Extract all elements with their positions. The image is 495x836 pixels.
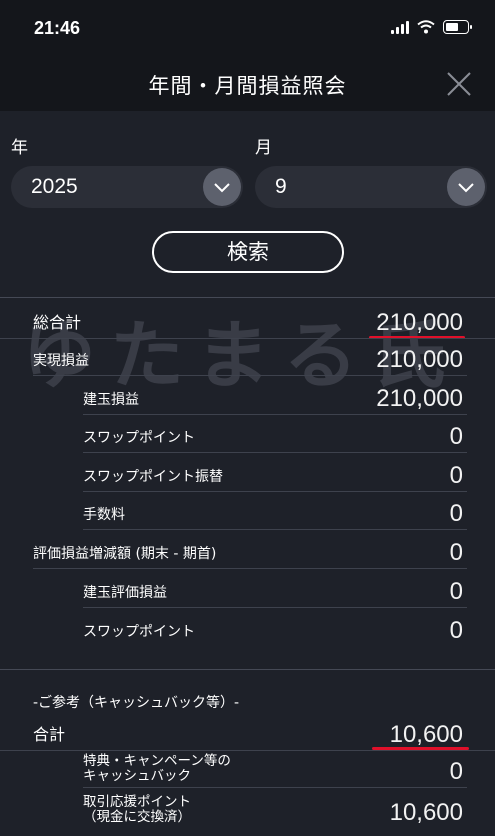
- month-dropdown-button[interactable]: [447, 168, 485, 206]
- position-pl-row: 建玉損益 210,000: [83, 377, 467, 415]
- realized-pl-value: 210,000: [376, 346, 463, 373]
- month-select[interactable]: 9: [255, 166, 487, 208]
- month-label: 月: [255, 138, 272, 158]
- swap-point-value: 0: [449, 423, 463, 450]
- unrealized-change-value: 0: [449, 539, 463, 566]
- year-dropdown-button[interactable]: [203, 168, 241, 206]
- swap-transfer-row: スワップポイント振替 0: [83, 454, 467, 492]
- fee-label: 手数料: [83, 507, 125, 523]
- year-select[interactable]: 2025: [11, 166, 243, 208]
- swap-point-eval-value: 0: [449, 617, 463, 644]
- year-select-value: 2025: [31, 175, 78, 198]
- chevron-down-icon: [214, 183, 230, 193]
- status-time: 21:46: [34, 18, 81, 38]
- chevron-down-icon: [458, 183, 474, 193]
- unrealized-change-label: 評価損益増減額 (期末 - 期首): [33, 546, 217, 562]
- unrealized-change-row: 評価損益増減額 (期末 - 期首) 0: [33, 531, 467, 569]
- cashback-label: 特典・キャンペーン等の キャッシュバック: [83, 753, 231, 784]
- status-icons: [391, 20, 472, 34]
- reference-total-row: 合計 10,600: [33, 713, 467, 751]
- cashback-row: 特典・キャンペーン等の キャッシュバック 0: [83, 750, 467, 788]
- grand-total-label: 総合計: [33, 313, 82, 332]
- reference-total-value: 10,600: [389, 721, 463, 748]
- swap-point-eval-row: スワップポイント 0: [83, 609, 467, 647]
- realized-pl-label: 実現損益: [33, 353, 89, 369]
- section-divider: [0, 669, 495, 670]
- reference-total-label: 合計: [33, 725, 66, 744]
- nav-bar: 年間・月間損益照会: [0, 56, 495, 111]
- position-eval-value: 0: [449, 578, 463, 605]
- position-eval-row: 建玉評価損益 0: [83, 570, 467, 608]
- fee-row: 手数料 0: [83, 492, 467, 530]
- swap-point-eval-label: スワップポイント: [83, 624, 195, 640]
- position-pl-label: 建玉損益: [83, 392, 139, 408]
- search-button[interactable]: 検索: [152, 231, 344, 273]
- wifi-icon: [417, 20, 435, 34]
- cashback-value: 0: [449, 758, 463, 785]
- month-select-value: 9: [275, 175, 287, 198]
- status-bar: 21:46: [0, 0, 495, 56]
- grand-total-row: 総合計 210,000: [33, 301, 467, 339]
- year-label: 年: [11, 138, 28, 158]
- reference-section-label: -ご参考（キャッシュバック等）-: [33, 695, 240, 711]
- points-label: 取引応援ポイント （現金に交換済）: [83, 794, 191, 825]
- position-eval-label: 建玉評価損益: [83, 585, 167, 601]
- grand-total-value: 210,000: [376, 309, 463, 336]
- swap-transfer-value: 0: [449, 462, 463, 489]
- swap-transfer-label: スワップポイント振替: [83, 469, 223, 485]
- swap-point-label: スワップポイント: [83, 430, 195, 446]
- swap-point-row: スワップポイント 0: [83, 415, 467, 453]
- realized-pl-row: 実現損益 210,000: [33, 338, 467, 376]
- position-pl-value: 210,000: [376, 385, 463, 412]
- cellular-signal-icon: [391, 20, 409, 34]
- page-title: 年間・月間損益照会: [148, 74, 347, 98]
- section-divider: [0, 297, 495, 298]
- battery-icon: [443, 20, 472, 34]
- points-value: 10,600: [389, 799, 463, 826]
- close-icon[interactable]: [443, 68, 475, 100]
- points-row: 取引応援ポイント （現金に交換済） 10,600: [83, 789, 467, 829]
- fee-value: 0: [449, 500, 463, 527]
